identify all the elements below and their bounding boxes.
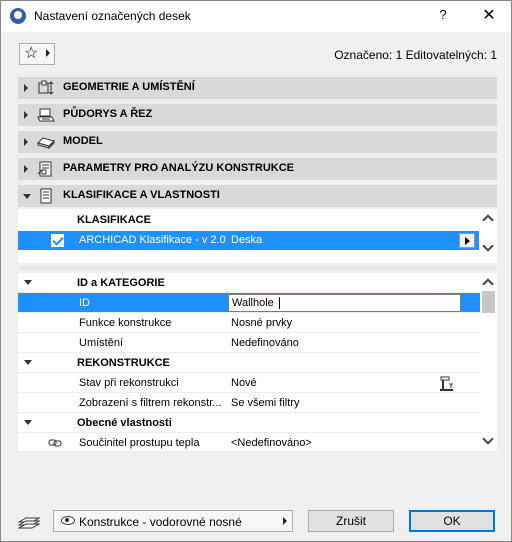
panel-splitter[interactable] (18, 266, 497, 270)
classification-icon (40, 188, 52, 204)
section-geometrie[interactable]: GEOMETRIE A UMÍSTĚNÍ (18, 77, 497, 99)
scroll-down-icon[interactable] (482, 433, 494, 445)
archicad-icon (10, 8, 26, 24)
section-pudorys[interactable]: PŮDORYS A ŘEZ (18, 104, 497, 126)
layer-dropdown[interactable]: Konstrukce - vodorovné nosné (53, 510, 293, 532)
properties-panel: ID a KATEGORIE ID Wallhole Funkce konstr… (18, 273, 497, 453)
renovation-icon (440, 376, 453, 391)
classification-checkbox[interactable] (51, 234, 64, 247)
expand-arrow-icon (24, 111, 28, 119)
group-title: ID a KATEGORIE (77, 277, 165, 289)
collapse-arrow-icon (24, 280, 32, 285)
dialog-window: Nastavení označených desek ? ✕ ☆ Označen… (0, 0, 512, 542)
eye-icon (61, 516, 75, 525)
classification-panel: KLASIFIKACE ARCHICAD Klasifikace - v 2.0… (18, 209, 497, 263)
property-value[interactable]: Nové (231, 377, 257, 389)
classification-scrollbar[interactable] (480, 209, 497, 263)
section-model[interactable]: MODEL (18, 131, 497, 153)
floorplan-icon (37, 108, 55, 122)
dialog-title: Nastavení označených desek (34, 9, 191, 23)
classification-header: KLASIFIKACE (77, 214, 151, 226)
expand-arrow-icon (24, 84, 28, 92)
section-title: MODEL (63, 135, 103, 147)
property-name: Funkce konstrukce (79, 317, 172, 329)
property-row[interactable]: Zobrazení s filtrem rekonstr... Se všemi… (18, 393, 480, 413)
section-title: PŮDORYS A ŘEZ (63, 108, 153, 120)
section-title: KLASIFIKACE A VLASTNOSTI (63, 189, 220, 201)
property-name: Umístění (79, 337, 124, 349)
classification-system: ARCHICAD Klasifikace - v 2.0 (79, 234, 226, 246)
properties-scrollbar[interactable] (480, 273, 497, 451)
property-name: Zobrazení s filtrem rekonstr... (79, 397, 222, 409)
ok-button[interactable]: OK (409, 510, 495, 532)
scroll-up-icon[interactable] (482, 278, 494, 290)
section-title: PARAMETRY PRO ANALÝZU KONSTRUKCE (63, 162, 295, 174)
property-name: Stav při rekonstrukci (79, 377, 179, 389)
scroll-thumb[interactable] (482, 291, 495, 313)
section-title: GEOMETRIE A UMÍSTĚNÍ (63, 81, 195, 93)
classification-value: Deska (231, 234, 263, 246)
geometry-icon (38, 80, 54, 95)
expand-arrow-icon (24, 138, 28, 146)
property-name: ID (79, 297, 90, 309)
help-button[interactable]: ? (433, 7, 453, 22)
property-row[interactable]: Funkce konstrukce Nosné prvky (18, 313, 480, 333)
group-title: REKONSTRUKCE (77, 357, 170, 369)
classification-picker-button[interactable] (459, 233, 475, 248)
property-row[interactable]: Stav při rekonstrukci Nové (18, 373, 480, 393)
structural-analysis-icon (37, 161, 52, 177)
scroll-down-icon[interactable] (482, 240, 494, 252)
property-value[interactable]: Nosné prvky (231, 317, 292, 329)
property-group-header[interactable]: Obecné vlastnosti (18, 413, 480, 433)
property-name: Součinitel prostupu tepla (79, 437, 200, 449)
star-icon: ☆ (24, 45, 39, 62)
expand-arrow-icon (24, 165, 28, 173)
cancel-button[interactable]: Zrušit (308, 510, 394, 532)
selection-info: Označeno: 1 Editovatelných: 1 (334, 48, 497, 62)
collapse-arrow-icon (24, 360, 32, 365)
property-row-id[interactable]: ID Wallhole (18, 293, 480, 313)
layer-icon (18, 517, 40, 529)
property-value[interactable]: Nedefinováno (231, 337, 299, 349)
layer-label: Konstrukce - vodorovné nosné (79, 515, 242, 529)
favorites-button[interactable]: ☆ (19, 43, 55, 65)
classification-row[interactable]: ARCHICAD Klasifikace - v 2.0 Deska (18, 231, 479, 250)
model-icon (37, 137, 55, 150)
scroll-up-icon[interactable] (482, 214, 494, 226)
property-row[interactable]: Umístění Nedefinováno (18, 333, 480, 353)
property-group-header[interactable]: REKONSTRUKCE (18, 353, 480, 373)
section-klasifikace[interactable]: KLASIFIKACE A VLASTNOSTI (18, 185, 497, 207)
property-group-header[interactable]: ID a KATEGORIE (18, 273, 480, 293)
property-row[interactable]: Součinitel prostupu tepla <Nedefinováno> (18, 433, 480, 453)
chevron-right-icon (283, 517, 287, 525)
link-icon (48, 439, 62, 447)
section-parametry[interactable]: PARAMETRY PRO ANALÝZU KONSTRUKCE (18, 158, 497, 180)
close-button[interactable]: ✕ (479, 5, 499, 25)
group-title: Obecné vlastnosti (77, 417, 172, 429)
id-input[interactable]: Wallhole (228, 294, 461, 312)
collapse-arrow-icon (24, 420, 32, 425)
title-bar: Nastavení označených desek ? ✕ (1, 1, 511, 32)
property-value[interactable]: <Nedefinováno> (231, 437, 312, 449)
collapse-arrow-icon (23, 194, 31, 199)
property-value[interactable]: Se všemi filtry (231, 397, 299, 409)
chevron-right-icon (46, 49, 50, 57)
